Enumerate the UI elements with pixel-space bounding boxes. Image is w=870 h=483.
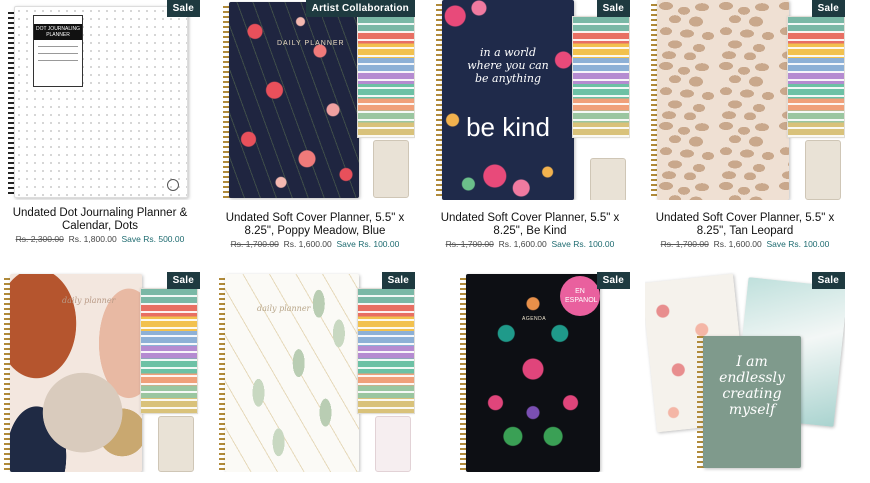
artist-badge: Artist Collaboration [305, 0, 415, 17]
product-title[interactable]: Undated Dot Journaling Planner & Calenda… [0, 207, 200, 233]
sale-badge: Sale [166, 0, 200, 17]
planner-cover: I am endlessly creating myself [703, 336, 801, 468]
save-amount: Save Rs. 100.00 [551, 239, 615, 249]
save-amount: Save Rs. 100.00 [766, 239, 830, 249]
planner-cover: daily planner [225, 274, 359, 472]
bookmark [158, 416, 194, 472]
sale-price: Rs. 1,600.00 [713, 239, 762, 249]
bookmark [805, 140, 841, 200]
sale-price: Rs. 1,600.00 [283, 239, 332, 249]
cover-quote-big: be kind [466, 112, 550, 142]
planner-cover [657, 0, 789, 200]
sale-badge: Sale [811, 0, 845, 17]
sale-badge: Sale [381, 272, 415, 289]
product-image[interactable]: daily planner [215, 0, 415, 200]
sale-badge: Sale [166, 272, 200, 289]
compare-price: Rs. 2,300.00 [15, 234, 64, 244]
cover-label: DOT JOURNALING PLANNER [33, 15, 83, 87]
cover-label: daily planner [257, 304, 311, 313]
save-amount: Save Rs. 100.00 [336, 239, 400, 249]
product-image[interactable] [645, 0, 845, 200]
product-title[interactable]: Undated Soft Cover Planner, 5.5" x 8.25"… [430, 212, 630, 238]
bookmark [590, 158, 626, 200]
product-title[interactable]: Undated Soft Cover Planner, 5.5" x 8.25"… [645, 212, 845, 238]
product-title[interactable]: Undated Soft Cover Planner, 5.5" x 8.25"… [215, 212, 415, 238]
cover-label: daily planner [62, 296, 116, 305]
sale-badge: Sale [811, 272, 845, 289]
cover-quote: I am endlessly creating myself [719, 354, 785, 418]
sticker-sheet [357, 288, 415, 414]
cover-label: AGENDA [522, 316, 547, 322]
save-amount: Save Rs. 500.00 [121, 234, 185, 244]
sale-price: Rs. 1,800.00 [68, 234, 117, 244]
compare-price: Rs. 1,700.00 [445, 239, 494, 249]
product-image[interactable]: daily planner [215, 272, 415, 472]
planner-cover: DOT JOURNALING PLANNER [14, 6, 188, 198]
product-price: Rs. 1,700.00 Rs. 1,600.00 Save Rs. 100.0… [215, 239, 415, 249]
sale-price: Rs. 1,600.00 [498, 239, 547, 249]
sticker-sheet [787, 16, 845, 138]
sticker-sheet [572, 16, 630, 138]
planner-cover: daily planner [229, 2, 359, 198]
compare-price: Rs. 1,700.00 [230, 239, 279, 249]
espanol-badge: EN ESPANOL [560, 276, 600, 316]
product-image[interactable]: DOT JOURNALING PLANNER [0, 0, 200, 200]
leaf-stamp-icon [167, 179, 179, 191]
planner-cover: daily planner [10, 274, 142, 472]
cover-quote: in a world where you can be anything [467, 46, 549, 85]
product-image[interactable]: daily planner [0, 272, 200, 472]
sticker-sheet [140, 288, 198, 414]
planner-cover: in a world where you can be anything be … [442, 0, 574, 200]
product-price: Rs. 2,300.00 Rs. 1,800.00 Save Rs. 500.0… [0, 234, 200, 244]
product-price: Rs. 1,700.00 Rs. 1,600.00 Save Rs. 100.0… [645, 239, 845, 249]
sale-badge: Sale [596, 272, 630, 289]
sticker-sheet [357, 16, 415, 138]
bookmark [373, 140, 409, 198]
product-image[interactable]: in a world where you can be anything be … [430, 0, 630, 200]
product-price: Rs. 1,700.00 Rs. 1,600.00 Save Rs. 100.0… [430, 239, 630, 249]
bookmark [375, 416, 411, 472]
cover-label: daily planner [277, 40, 345, 47]
compare-price: Rs. 1,700.00 [660, 239, 709, 249]
sale-badge: Sale [596, 0, 630, 17]
espanol-text: EN ESPANOL [565, 288, 598, 304]
product-image[interactable]: I am endlessly creating myself [645, 272, 845, 472]
product-image[interactable]: AGENDA EN ESPANOL [430, 272, 630, 472]
